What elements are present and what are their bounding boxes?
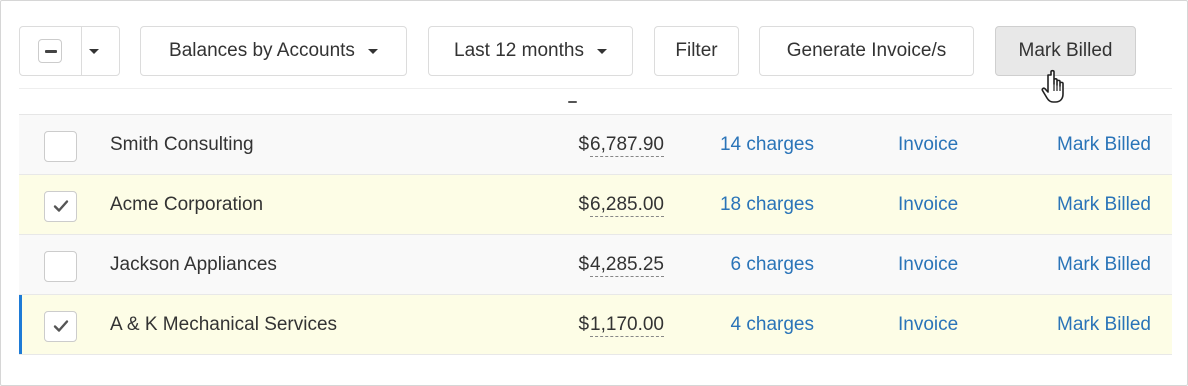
filter-label: Filter bbox=[675, 40, 718, 61]
bulk-select-dropdown-icon[interactable] bbox=[89, 48, 99, 54]
panel-frame: Balances by Accounts Last 12 months Filt… bbox=[0, 0, 1188, 386]
accounts-table: Smith Consulting $ 6,787.90 14 charges I… bbox=[19, 114, 1172, 355]
mark-billed-link[interactable]: Mark Billed bbox=[1057, 295, 1151, 355]
currency-symbol: $ bbox=[578, 134, 590, 155]
row-checkbox[interactable] bbox=[44, 191, 77, 222]
group-by-label: Balances by Accounts bbox=[169, 40, 355, 61]
generate-invoices-label: Generate Invoice/s bbox=[786, 40, 947, 61]
currency-symbol: $ bbox=[578, 194, 590, 215]
invoice-link[interactable]: Invoice bbox=[898, 175, 958, 235]
account-name: Smith Consulting bbox=[110, 134, 254, 155]
chevron-down-icon bbox=[367, 48, 378, 54]
amount-value[interactable]: 6,285.00 bbox=[590, 194, 664, 217]
amount-value[interactable]: 1,170.00 bbox=[590, 314, 664, 337]
currency-symbol: $ bbox=[578, 254, 590, 275]
amount-value[interactable]: 6,787.90 bbox=[590, 134, 664, 157]
group-by-dropdown[interactable]: Balances by Accounts bbox=[140, 26, 407, 76]
bulk-select-divider bbox=[81, 26, 82, 76]
filter-button[interactable]: Filter bbox=[654, 26, 739, 76]
generate-invoices-button[interactable]: Generate Invoice/s bbox=[759, 26, 974, 76]
currency-symbol: $ bbox=[578, 314, 590, 335]
invoice-link[interactable]: Invoice bbox=[898, 295, 958, 355]
amount-value[interactable]: 4,285.25 bbox=[590, 254, 664, 277]
checkmark-icon bbox=[53, 320, 69, 332]
chevron-down-icon bbox=[596, 48, 607, 54]
account-name: Jackson Appliances bbox=[110, 254, 277, 275]
checkmark-icon bbox=[53, 200, 69, 212]
balance-amount[interactable]: $ 6,285.00 bbox=[578, 175, 664, 235]
scroll-indicator bbox=[568, 101, 577, 103]
table-row[interactable]: Acme Corporation $ 6,285.00 18 charges I… bbox=[19, 175, 1172, 235]
mark-billed-link[interactable]: Mark Billed bbox=[1057, 115, 1151, 175]
charges-link[interactable]: 18 charges bbox=[720, 175, 814, 235]
balance-amount[interactable]: $ 1,170.00 bbox=[578, 295, 664, 355]
period-dropdown[interactable]: Last 12 months bbox=[428, 26, 633, 76]
mark-billed-label: Mark Billed bbox=[1018, 40, 1113, 61]
table-row[interactable]: Smith Consulting $ 6,787.90 14 charges I… bbox=[19, 115, 1172, 175]
row-checkbox[interactable] bbox=[44, 311, 77, 342]
account-name: A & K Mechanical Services bbox=[110, 314, 338, 335]
charges-link[interactable]: 6 charges bbox=[731, 235, 814, 295]
row-checkbox[interactable] bbox=[44, 251, 77, 282]
charges-link[interactable]: 4 charges bbox=[731, 295, 814, 355]
invoice-link[interactable]: Invoice bbox=[898, 235, 958, 295]
table-row[interactable]: Jackson Appliances $ 4,285.25 6 charges … bbox=[19, 235, 1172, 295]
mark-billed-link[interactable]: Mark Billed bbox=[1057, 175, 1151, 235]
balance-amount[interactable]: $ 4,285.25 bbox=[578, 235, 664, 295]
row-checkbox[interactable] bbox=[44, 131, 77, 162]
bulk-select-checkbox[interactable] bbox=[38, 39, 62, 63]
period-label: Last 12 months bbox=[454, 40, 584, 61]
hand-pointer-cursor-icon bbox=[1041, 69, 1064, 103]
toolbar-divider bbox=[19, 88, 1172, 89]
bulk-select-button[interactable] bbox=[19, 26, 120, 76]
balance-amount[interactable]: $ 6,787.90 bbox=[578, 115, 664, 175]
indeterminate-icon bbox=[45, 50, 57, 53]
table-row[interactable]: A & K Mechanical Services $ 1,170.00 4 c… bbox=[19, 295, 1172, 355]
mark-billed-link[interactable]: Mark Billed bbox=[1057, 235, 1151, 295]
charges-link[interactable]: 14 charges bbox=[720, 115, 814, 175]
invoice-link[interactable]: Invoice bbox=[898, 115, 958, 175]
account-name: Acme Corporation bbox=[110, 194, 264, 215]
